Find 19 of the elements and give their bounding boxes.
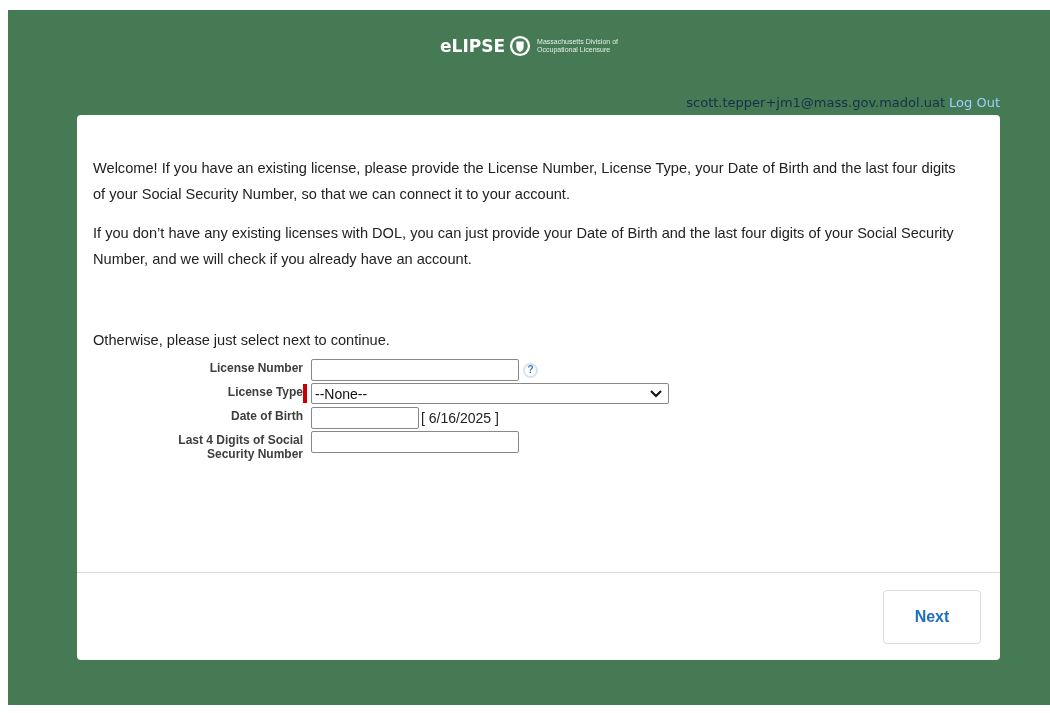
intro-paragraph: Otherwise, please just select next to continue. — [93, 331, 391, 350]
intro-paragraph: Welcome! If you have an existing license, please provide the License Number, License Type, your Date of Birth and the last four digits of your Social Security Number, so that we can connect it to your account. — [93, 159, 957, 204]
input-field[interactable] — [311, 431, 519, 453]
input-field[interactable] — [311, 407, 419, 429]
next-button[interactable]: Next — [883, 589, 981, 644]
user-email: scott.tepper+jm1@mass.gov.madol.uat — [686, 95, 946, 110]
help-icon[interactable]: ? — [523, 362, 538, 378]
logout-link[interactable]: Log Out — [949, 95, 1000, 110]
date-hint: [ 6/16/2025 ] — [421, 410, 499, 426]
field-label: License Type — [226, 384, 303, 399]
field-label: Last 4 Digits of Social Security Number — [177, 432, 303, 461]
caret-icon — [650, 389, 662, 398]
logo-text: eLIPSE — [440, 36, 506, 56]
seal-icon — [509, 35, 532, 57]
select-field[interactable]: --None-- — [311, 383, 669, 404]
field-label: Date of Birth — [230, 408, 303, 423]
input-field[interactable] — [311, 359, 519, 381]
intro-paragraph: If you don’t have any existing licenses with DOL, you can just provide your Date of Birth and the last four digits of your Social Security Number, and we will check if you already have an account. — [93, 224, 955, 269]
field-label: License Number — [208, 360, 303, 375]
